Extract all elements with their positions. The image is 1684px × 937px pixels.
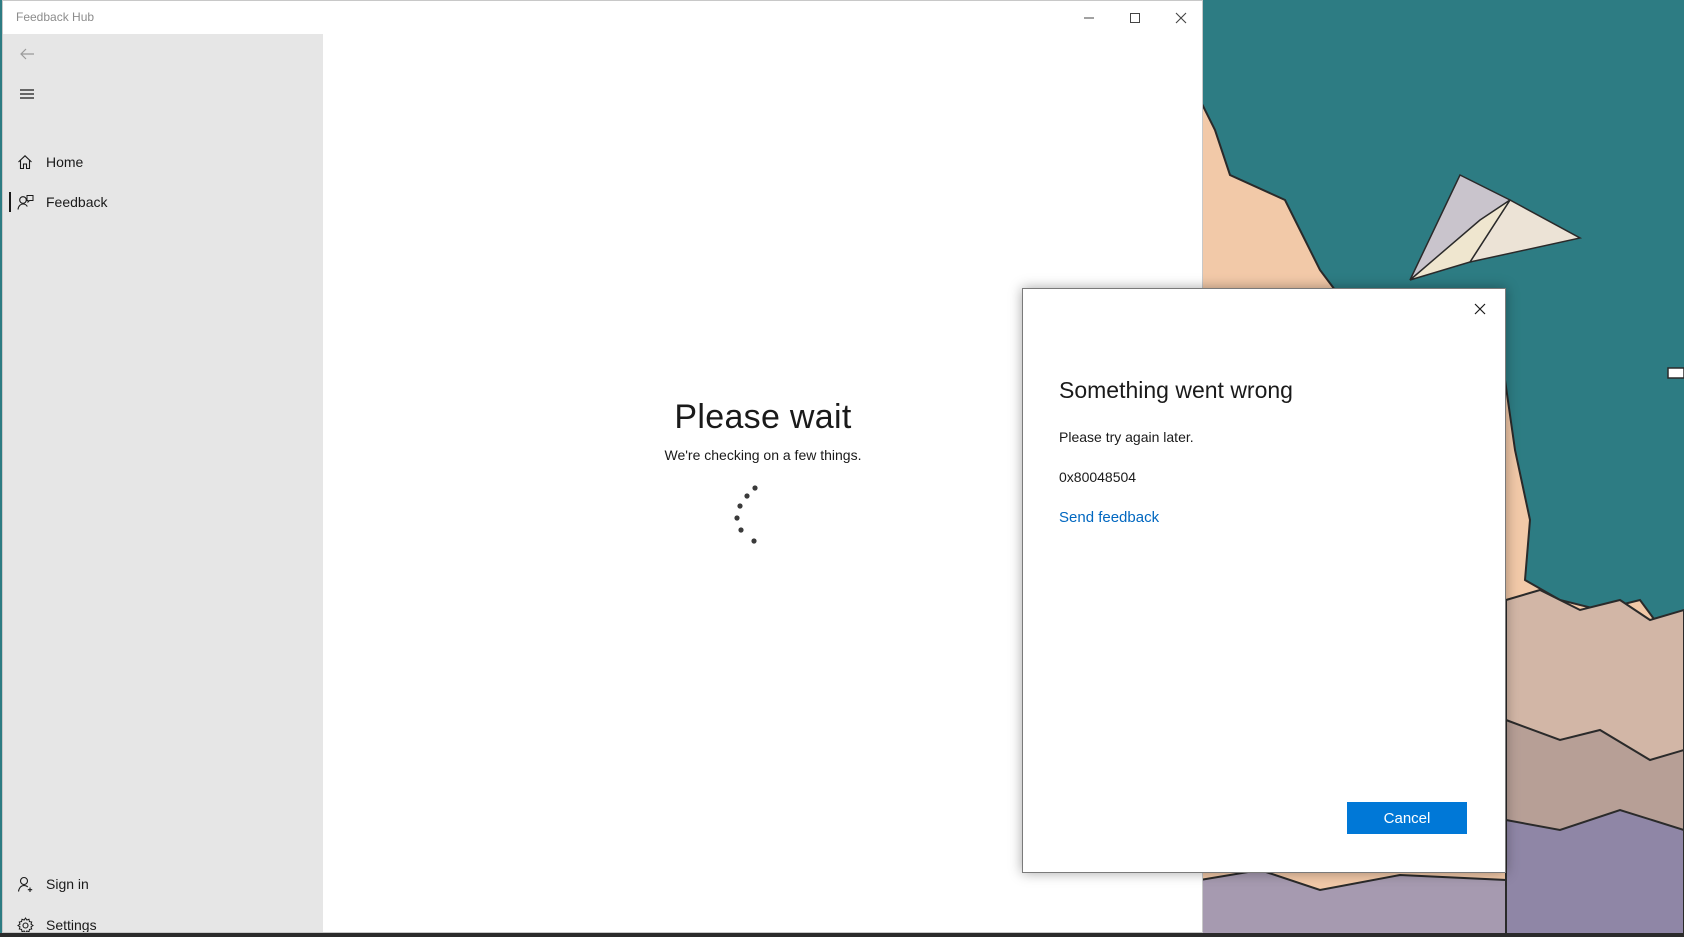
desktop: Feedback Hub Home Feedback Sign in Setti…: [0, 0, 1684, 937]
close-window-button[interactable]: [1158, 1, 1202, 34]
maximize-button[interactable]: [1112, 1, 1158, 34]
nav-item-label: Sign in: [46, 876, 89, 892]
maximize-icon: [1130, 12, 1140, 23]
minimize-button[interactable]: [1066, 1, 1112, 34]
cancel-button[interactable]: Cancel: [1347, 802, 1467, 834]
send-feedback-link[interactable]: Send feedback: [1059, 509, 1159, 526]
selection-indicator: [9, 192, 11, 212]
person-icon: [17, 876, 32, 892]
feedback-icon: [16, 194, 33, 210]
hamburger-icon: [20, 89, 34, 99]
nav-item-label: Settings: [46, 917, 97, 933]
page-subtitle: We're checking on a few things.: [664, 447, 862, 463]
hamburger-menu-button[interactable]: [3, 74, 51, 114]
close-icon: [1474, 303, 1486, 315]
dialog-title: Something went wrong: [1059, 377, 1293, 403]
back-button[interactable]: [3, 34, 51, 74]
close-icon: [1175, 12, 1187, 23]
title-bar[interactable]: Feedback Hub: [3, 1, 1202, 34]
home-icon: [18, 155, 32, 170]
navigation-pane: Home Feedback Sign in Settings: [3, 34, 323, 933]
nav-item-label: Home: [46, 154, 84, 170]
nav-item-feedback[interactable]: Feedback: [3, 182, 323, 222]
page-title: Please wait: [674, 398, 852, 436]
nav-item-settings[interactable]: Settings: [3, 905, 323, 933]
nav-item-label: Feedback: [46, 194, 108, 210]
progress-ring-icon: [734, 485, 758, 544]
error-dialog: Something went wrong Please try again la…: [1022, 288, 1506, 873]
back-arrow-icon: [20, 48, 34, 60]
nav-item-home[interactable]: Home: [3, 142, 323, 182]
dialog-close-button[interactable]: [1465, 294, 1495, 324]
gear-icon: [16, 916, 34, 932]
dialog-message: Please try again later.: [1059, 429, 1194, 445]
error-code: 0x80048504: [1059, 469, 1137, 485]
minimize-icon: [1084, 17, 1094, 18]
nav-item-sign-in[interactable]: Sign in: [3, 864, 323, 904]
window-title: Feedback Hub: [16, 10, 95, 24]
loading-panel: Please wait We're checking on a few thin…: [583, 398, 943, 463]
taskbar-edge: [0, 933, 1684, 937]
